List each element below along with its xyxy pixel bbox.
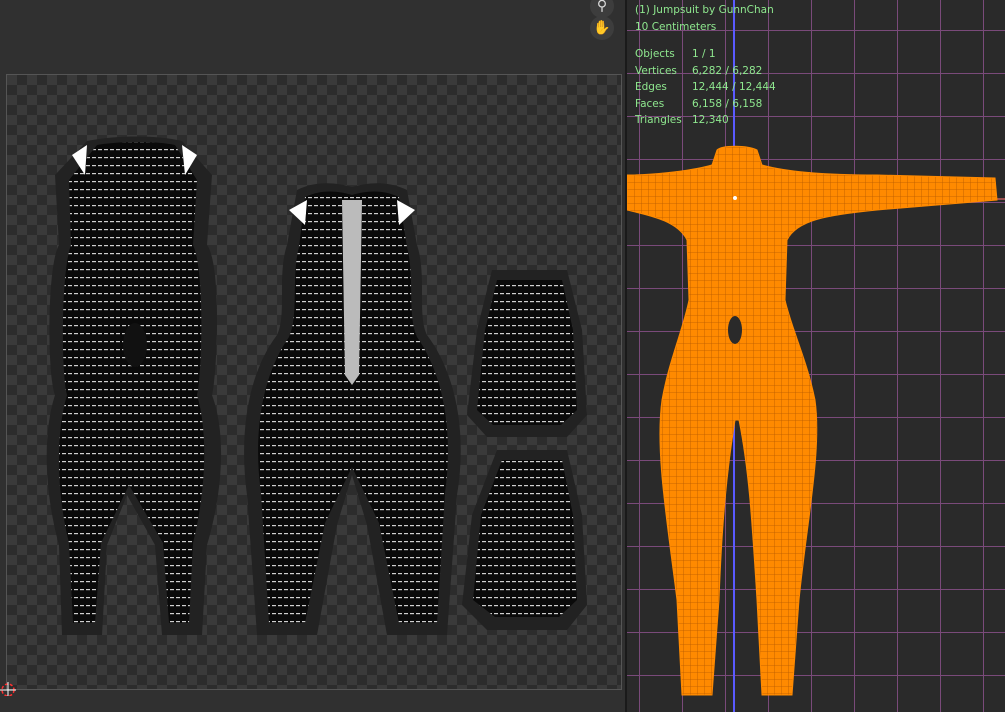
uv-island-collar-front (467, 270, 587, 437)
uv-canvas[interactable] (6, 74, 622, 690)
uv-editor[interactable]: ⚲ ✋ (0, 0, 625, 712)
scale-label: 10 Centimeters (635, 20, 717, 33)
object-title: (1) Jumpsuit by GunnChan (635, 4, 774, 16)
uv-island-back (46, 136, 222, 635)
stat-row: Vertices 6,282 / 6,282 (635, 64, 763, 77)
uv-island-collar-back (462, 450, 587, 630)
viewport-stats-overlay: (1) Jumpsuit by GunnChan 10 Centimeters … (635, 2, 776, 129)
uv-islands (46, 136, 587, 635)
stat-row: Faces 6,158 / 6,158 (635, 97, 763, 110)
hand-icon[interactable]: ✋ (590, 16, 614, 40)
stat-row: Edges 12,444 / 12,444 (635, 81, 776, 93)
uv-island-front (244, 183, 461, 635)
stat-row: Objects 1 / 1 (635, 48, 716, 60)
3d-viewport[interactable]: (1) Jumpsuit by GunnChan 10 Centimeters … (627, 0, 1005, 712)
stat-row: Triangles 12,340 (635, 114, 729, 126)
2d-cursor-icon[interactable] (0, 676, 20, 696)
